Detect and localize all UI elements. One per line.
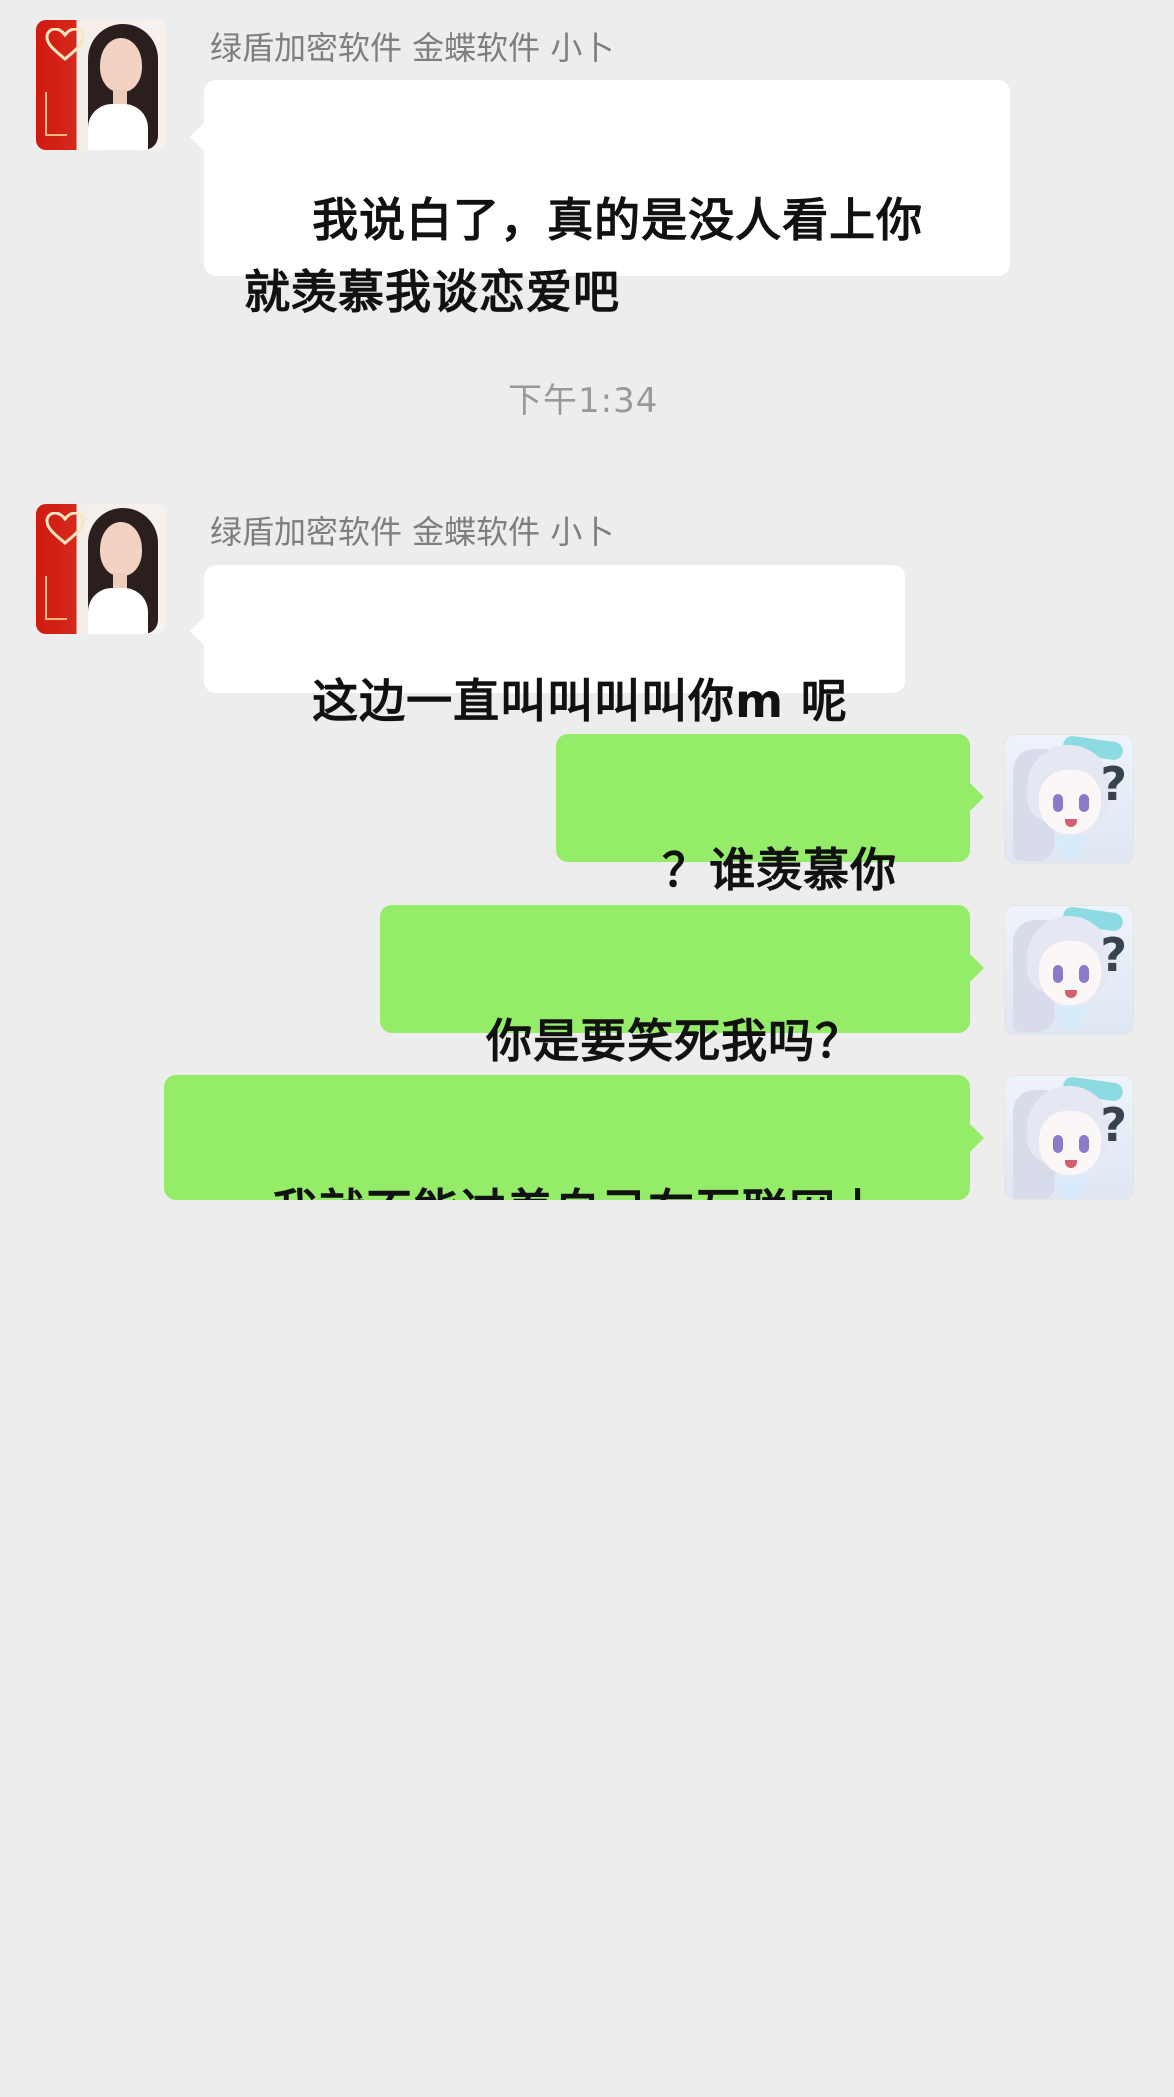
eye: [1053, 794, 1063, 812]
bubble-tail: [970, 783, 984, 811]
collar: [1053, 836, 1089, 858]
decorative-mark: [45, 92, 67, 136]
eye: [1079, 965, 1089, 983]
collar: [1053, 1177, 1089, 1199]
eye: [1053, 1135, 1063, 1153]
outgoing-message-bubble[interactable]: ？谁羡慕你了: [556, 734, 970, 969]
collar: [1053, 1007, 1089, 1029]
user-avatar[interactable]: ?: [1004, 734, 1134, 864]
question-mark-icon: ?: [1100, 1098, 1127, 1152]
eye: [1053, 965, 1063, 983]
sender-name: 绿盾加密软件 金蝶软件 小卜: [210, 29, 615, 67]
neck: [113, 89, 127, 105]
neck: [113, 573, 127, 589]
user-avatar[interactable]: ?: [1004, 1075, 1134, 1200]
face: [100, 38, 142, 92]
question-mark-icon: ?: [1100, 928, 1127, 982]
user-avatar[interactable]: ?: [1004, 905, 1134, 1035]
bubble-tail: [190, 617, 204, 645]
eye: [1079, 1135, 1089, 1153]
decorative-mark: [45, 576, 67, 620]
heart-icon: [45, 512, 85, 545]
eye: [1079, 794, 1089, 812]
bubble-tail: [970, 1124, 984, 1152]
outgoing-message-bubble[interactable]: 我就不能过着自己在互联网上 的生活嘛，非要在那迷那个狗: [164, 1075, 970, 1200]
message-text: 我说白了，真的是没人看上你 就羡慕我谈恋爱吧: [244, 193, 924, 319]
time-divider: 下午1:34: [508, 381, 659, 421]
bubble-tail: [970, 954, 984, 982]
outgoing-message-bubble[interactable]: 你是要笑死我吗？: [380, 905, 970, 1137]
face: [100, 522, 142, 576]
incoming-message-bubble[interactable]: 这边一直叫叫叫叫你m 呢: [204, 565, 905, 728]
question-mark-icon: ?: [1100, 757, 1127, 811]
message-text: 这边一直叫叫叫叫你m 呢: [312, 674, 849, 728]
message-text: 你是要笑死我吗？: [486, 1014, 863, 1068]
heart-icon: [45, 28, 85, 61]
shirt: [88, 588, 148, 634]
message-text: 我就不能过着自己在互联网上 的生活嘛，非要在那迷那个狗: [204, 1184, 883, 1200]
shirt: [88, 104, 148, 150]
sender-avatar[interactable]: [36, 504, 166, 634]
bubble-tail: [190, 123, 204, 151]
sender-avatar[interactable]: [36, 20, 166, 150]
sender-name: 绿盾加密软件 金蝶软件 小卜: [210, 513, 615, 551]
incoming-message-bubble[interactable]: 我说白了，真的是没人看上你 就羡慕我谈恋爱吧: [204, 80, 1010, 319]
